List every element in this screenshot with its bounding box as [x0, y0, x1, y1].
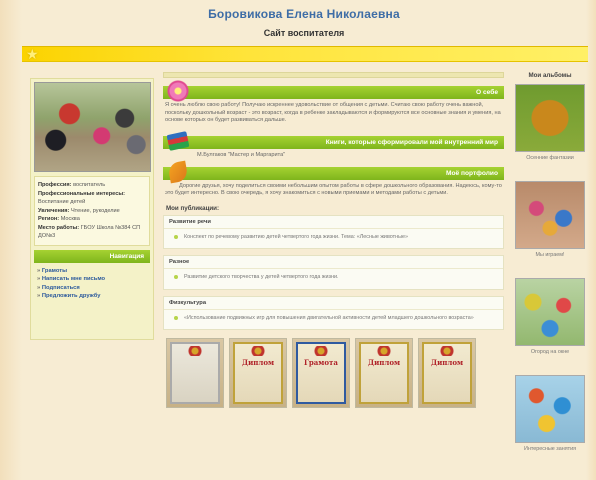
- nav-link-diplomas[interactable]: Грамоты: [37, 267, 147, 276]
- nav-link-friendship[interactable]: Предложить дружбу: [37, 292, 147, 301]
- album-caption[interactable]: Мы играем!: [515, 252, 585, 264]
- site-header: Боровикова Елена Николаевна Сайт воспита…: [22, 0, 586, 46]
- nav-link-subscribe[interactable]: Подписаться: [37, 284, 147, 293]
- album-item[interactable]: Интересные занятия: [515, 375, 585, 458]
- star-icon: ★: [26, 46, 39, 62]
- publication-category: Развитие речи: [164, 216, 503, 229]
- profile-row: Профессия: воспитатель: [38, 182, 106, 188]
- crest-icon: [314, 346, 328, 357]
- bullet-icon: [174, 315, 178, 320]
- crest-icon: [377, 346, 391, 357]
- profile-row: Профессиональные интересы: Воспитание де…: [38, 190, 125, 206]
- album-thumbnail[interactable]: [515, 375, 585, 443]
- content-top-line: [163, 72, 504, 78]
- crest-icon: [251, 346, 265, 357]
- site-title: Сайт воспитателя: [263, 28, 345, 38]
- diploma-thumbnail[interactable]: [166, 338, 224, 409]
- profile-sidebar: Профессия: воспитатель Профессиональные …: [30, 78, 154, 340]
- album-item[interactable]: Мы играем!: [515, 181, 585, 264]
- publication-group: Развитие речи Конспект по речевому разви…: [163, 214, 504, 250]
- album-thumbnail[interactable]: [515, 84, 585, 152]
- albums-title: Мои альбомы: [528, 72, 572, 79]
- album-item[interactable]: Осенние фантазии: [515, 84, 585, 167]
- books-icon: [166, 130, 190, 152]
- publication-category: Физкультура: [164, 297, 503, 310]
- section-about-title: О себе: [476, 89, 498, 96]
- publication-link[interactable]: «Использование подвижных игр для повышен…: [164, 310, 503, 329]
- navigation-list: Грамоты Написать мне письмо Подписаться …: [37, 267, 147, 301]
- crest-icon: [188, 346, 202, 357]
- top-banner-bar: ★: [22, 46, 588, 62]
- profile-row: Регион: Москва: [38, 216, 80, 222]
- publication-link[interactable]: Конспект по речевому развитию детей четв…: [164, 229, 503, 248]
- main-content: О себе Я очень люблю свою работу! Получа…: [163, 72, 504, 480]
- album-caption[interactable]: Интересные занятия: [515, 446, 585, 458]
- owner-name[interactable]: Боровикова Елена Николаевна: [22, 7, 586, 21]
- user-photo[interactable]: [34, 82, 151, 172]
- albums-sidebar: Мои альбомы Осенние фантазии Мы играем! …: [512, 72, 588, 480]
- diploma-thumbnail[interactable]: Грамота: [292, 338, 350, 409]
- album-caption[interactable]: Осенние фантазии: [515, 155, 585, 167]
- flower-icon: [167, 80, 189, 102]
- crest-icon: [440, 346, 454, 357]
- section-books-header: Книги, которые сформировали мой внутренн…: [163, 130, 504, 151]
- publication-group: Физкультура «Использование подвижных игр…: [163, 295, 504, 331]
- book-item: М.Булгаков "Мастер и Маргарита": [197, 151, 286, 158]
- profile-row: Место работы: ГБОУ Школа №384 СП ДО№3: [38, 224, 141, 240]
- profile-info: Профессия: воспитатель Профессиональные …: [34, 176, 150, 246]
- album-item[interactable]: Огород на окне: [515, 278, 585, 361]
- publication-group: Разное Развитие детского творчества у де…: [163, 255, 504, 290]
- diploma-thumbnail[interactable]: Диплом: [229, 338, 287, 409]
- publications-title: Мои публикации:: [166, 204, 220, 212]
- section-portfolio-header: Моё портфолио: [163, 160, 504, 184]
- about-text: Я очень люблю свою работу! Получаю искре…: [165, 102, 501, 124]
- diplomas-gallery: Диплом Грамота Диплом Диплом: [163, 338, 504, 409]
- album-thumbnail[interactable]: [515, 181, 585, 249]
- diploma-thumbnail[interactable]: Диплом: [355, 338, 413, 409]
- profile-row: Увлечения: Чтение, рукоделие: [38, 207, 120, 214]
- navigation-header: Навигация: [34, 249, 150, 263]
- album-caption[interactable]: Огород на окне: [515, 349, 585, 361]
- portfolio-text: Дорогие друзья, хочу поделиться своими н…: [165, 182, 502, 197]
- bullet-icon: [174, 275, 178, 280]
- publication-category: Разное: [164, 256, 503, 270]
- publication-link[interactable]: Развитие детского творчества у детей чет…: [164, 269, 503, 288]
- autumn-leaves-icon: [167, 160, 189, 184]
- section-portfolio-title: Моё портфолио: [445, 169, 498, 177]
- section-books-title: Книги, которые сформировали мой внутренн…: [325, 138, 498, 146]
- album-thumbnail[interactable]: [515, 278, 585, 346]
- section-about-header: О себе: [163, 80, 504, 102]
- diploma-thumbnail[interactable]: Диплом: [418, 338, 476, 409]
- bullet-icon: [174, 234, 178, 239]
- page-margin-left: [0, 0, 22, 480]
- nav-link-write-letter[interactable]: Написать мне письмо: [37, 275, 147, 284]
